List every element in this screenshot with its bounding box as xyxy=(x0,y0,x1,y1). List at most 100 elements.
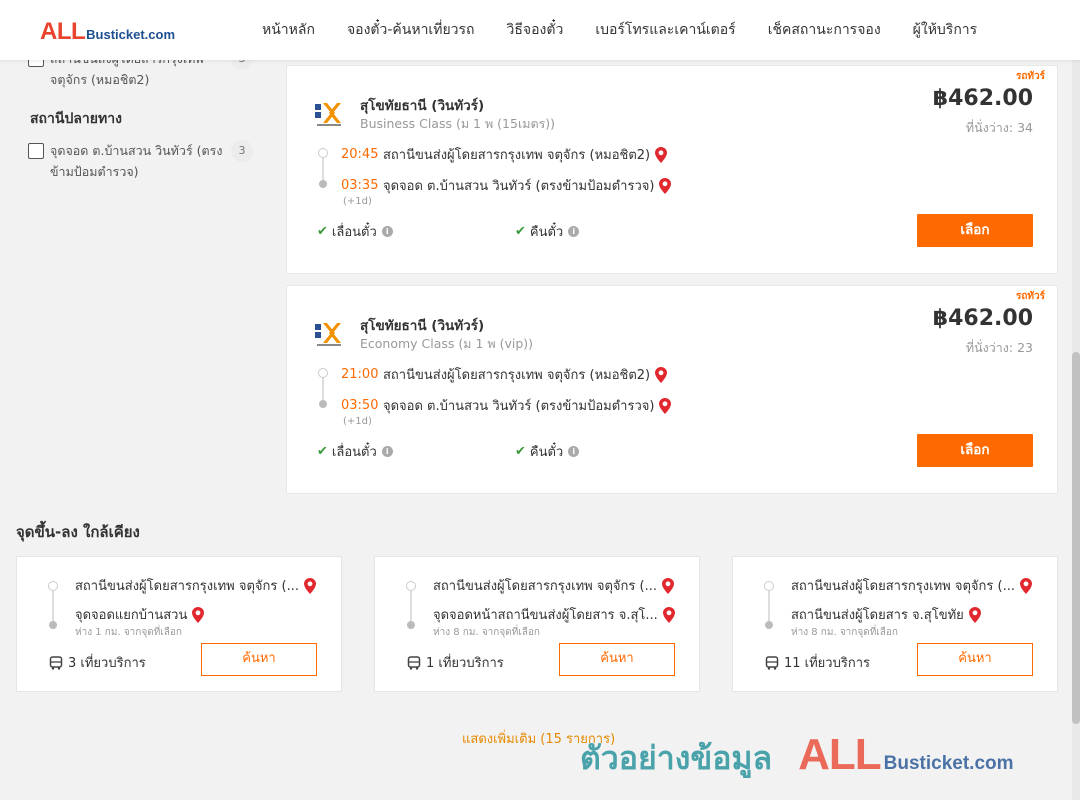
depart-station: สถานีขนส่งผู้โดยสารกรุงเทพ จตุจักร (หมอช… xyxy=(383,148,651,163)
seats-count: 23 xyxy=(1017,340,1033,355)
arrive-dot xyxy=(319,180,327,188)
map-pin-icon[interactable] xyxy=(968,606,981,623)
checkbox-icon[interactable] xyxy=(28,143,44,159)
map-pin-icon[interactable] xyxy=(192,606,205,623)
trip-card: รถทัวร์ สุโขทัยธานี (วินทัวร์) Business … xyxy=(286,65,1058,274)
info-icon[interactable]: i xyxy=(381,226,393,237)
info-icon[interactable]: i xyxy=(381,446,393,457)
to-dot xyxy=(49,621,57,629)
feature-refund-ticket: ✔ คืนตั๋ว i xyxy=(515,221,580,242)
route-timeline xyxy=(768,589,770,625)
feature-refund-label: คืนตั๋ว xyxy=(529,225,564,240)
arrive-time: 03:35 xyxy=(341,178,379,193)
nearby-to-label: จุดจอดหน้าสถานีขนส่งผู้โดยสาร จ.สุโ... xyxy=(433,608,658,623)
site-logo[interactable]: ALL Busticket.com xyxy=(40,18,175,46)
arrive-stop: 03:50 จุดจอด ต.บ้านสวน วินทัวร์ (ตรงข้าม… xyxy=(341,395,672,416)
nearby-from-label: สถานีขนส่งผู้โดยสารกรุงเทพ จตุจักร (... xyxy=(75,579,299,594)
seats-count: 34 xyxy=(1017,120,1033,135)
depart-time: 21:00 xyxy=(341,367,379,382)
arrive-stop: 03:35 จุดจอด ต.บ้านสวน วินทัวร์ (ตรงข้าม… xyxy=(341,175,672,196)
main-nav: หน้าหลัก จองตั๋ว-ค้นหาเที่ยวรถ วิธีจองตั… xyxy=(246,0,993,60)
route-timeline xyxy=(410,589,412,625)
nearby-distance: ห่าง 8 กม. จากจุดที่เลือก xyxy=(433,627,540,638)
destination-filter-row[interactable]: จุดจอด ต.บ้านสวน วินทัวร์ (ตรงข้ามป้อมตำ… xyxy=(28,140,260,182)
nearby-card: สถานีขนส่งผู้โดยสารกรุงเทพ จตุจักร (... … xyxy=(732,556,1058,692)
nearby-distance: ห่าง 1 กม. จากจุดที่เลือก xyxy=(75,627,182,638)
map-pin-icon[interactable] xyxy=(655,146,668,163)
bus-icon xyxy=(407,655,421,670)
destination-filter-label: จุดจอด ต.บ้านสวน วินทัวร์ (ตรงข้ามป้อมตำ… xyxy=(50,143,223,179)
select-trip-button[interactable]: เลือก xyxy=(917,434,1033,467)
depart-dot xyxy=(318,148,328,158)
map-pin-icon[interactable] xyxy=(1019,577,1032,594)
watermark-logo-all: ALL xyxy=(798,730,882,779)
feature-refund-label: คืนตั๋ว xyxy=(529,445,564,460)
operator-logo-icon xyxy=(315,103,341,126)
trip-type-tag: รถทัวร์ xyxy=(1015,71,1045,82)
nearby-card: สถานีขนส่งผู้โดยสารกรุงเทพ จตุจักร (... … xyxy=(16,556,342,692)
destination-section-title: สถานีปลายทาง xyxy=(30,111,122,127)
map-pin-icon[interactable] xyxy=(661,577,674,594)
from-dot xyxy=(406,581,416,591)
logo-all-text: ALL xyxy=(40,18,86,45)
depart-stop: 20:45 สถานีขนส่งผู้โดยสารกรุงเทพ จตุจักร… xyxy=(341,144,668,165)
seats-available: ที่นั่งว่าง: 23 xyxy=(966,338,1033,358)
map-pin-icon[interactable] xyxy=(662,606,675,623)
nearby-to-label: จุดจอดแยกบ้านสวน xyxy=(75,608,188,623)
nearby-to: สถานีขนส่งผู้โดยสาร จ.สุโขทัย xyxy=(791,604,981,625)
nearby-from: สถานีขนส่งผู้โดยสารกรุงเทพ จตุจักร (... xyxy=(75,575,316,596)
arrive-dot xyxy=(319,400,327,408)
nearby-from: สถานีขนส่งผู้โดยสารกรุงเทพ จตุจักร (... xyxy=(791,575,1032,596)
arrive-station: จุดจอด ต.บ้านสวน วินทัวร์ (ตรงข้ามป้อมตำ… xyxy=(383,399,655,414)
route-timeline xyxy=(52,589,54,625)
page-scrollbar[interactable] xyxy=(1072,0,1080,800)
nearby-search-button[interactable]: ค้นหา xyxy=(917,643,1033,676)
nearby-from-label: สถานีขนส่งผู้โดยสารกรุงเทพ จตุจักร (... xyxy=(433,579,657,594)
feature-refund-ticket: ✔ คืนตั๋ว i xyxy=(515,441,580,462)
nearby-distance: ห่าง 8 กม. จากจุดที่เลือก xyxy=(791,627,898,638)
sample-data-watermark: ตัวอย่างข้อมูล ALL Busticket.com xyxy=(580,730,1014,784)
nav-phone-counter[interactable]: เบอร์โทรและเคาน์เตอร์ xyxy=(595,19,735,41)
map-pin-icon[interactable] xyxy=(655,366,668,383)
map-pin-icon[interactable] xyxy=(303,577,316,594)
map-pin-icon[interactable] xyxy=(659,397,672,414)
logo-rest-text: Busticket.com xyxy=(86,27,176,42)
nearby-search-button[interactable]: ค้นหา xyxy=(201,643,317,676)
arrive-time: 03:50 xyxy=(341,398,379,413)
site-header: ALL Busticket.com หน้าหลัก จองตั๋ว-ค้นหา… xyxy=(0,0,1080,60)
nearby-section-title: จุดขึ้น-ลง ใกล้เคียง xyxy=(16,523,140,541)
nearby-search-button[interactable]: ค้นหา xyxy=(559,643,675,676)
trip-card: รถทัวร์ สุโขทัยธานี (วินทัวร์) Economy C… xyxy=(286,285,1058,494)
nav-book-ticket[interactable]: จองตั๋ว-ค้นหาเที่ยวรถ xyxy=(347,19,475,41)
info-icon[interactable]: i xyxy=(568,226,580,237)
map-pin-icon[interactable] xyxy=(659,177,672,194)
destination-filter-count: 3 xyxy=(231,140,253,162)
select-trip-button[interactable]: เลือก xyxy=(917,214,1033,247)
seats-label: ที่นั่งว่าง: xyxy=(965,120,1014,135)
seats-label: ที่นั่งว่าง: xyxy=(965,340,1014,355)
nav-check-booking[interactable]: เช็คสถานะการจอง xyxy=(768,19,881,41)
depart-time: 20:45 xyxy=(341,147,379,162)
info-icon[interactable]: i xyxy=(568,446,580,457)
scrollbar-thumb[interactable] xyxy=(1072,352,1080,724)
nav-how-to-book[interactable]: วิธีจองตั๋ว xyxy=(507,19,564,41)
check-icon: ✔ xyxy=(515,224,526,239)
depart-stop: 21:00 สถานีขนส่งผู้โดยสารกรุงเทพ จตุจักร… xyxy=(341,364,668,385)
nearby-from-label: สถานีขนส่งผู้โดยสารกรุงเทพ จตุจักร (... xyxy=(791,579,1015,594)
nearby-to-label: สถานีขนส่งผู้โดยสาร จ.สุโขทัย xyxy=(791,608,964,623)
bus-class: Business Class (ม 1 พ (15เมตร)) xyxy=(360,116,556,131)
check-icon: ✔ xyxy=(317,444,328,459)
nearby-trips-label: 11 เที่ยวบริการ xyxy=(784,656,870,671)
trip-price: ฿462.00 xyxy=(932,306,1033,331)
nav-home[interactable]: หน้าหลัก xyxy=(262,19,315,41)
from-dot xyxy=(48,581,58,591)
plus-day-label: (+1d) xyxy=(343,196,372,207)
filter-sidebar: สถานีขนส่งผู้โดยสารกรุงเทพ จตุจักร (หมอช… xyxy=(28,48,260,196)
nav-operators[interactable]: ผู้ให้บริการ xyxy=(913,19,978,41)
operator-name: สุโขทัยธานี (วินทัวร์) xyxy=(360,98,485,114)
from-dot xyxy=(764,581,774,591)
nearby-trips-label: 1 เที่ยวบริการ xyxy=(426,656,504,671)
to-dot xyxy=(407,621,415,629)
operator-logo-icon xyxy=(315,323,341,346)
depart-station: สถานีขนส่งผู้โดยสารกรุงเทพ จตุจักร (หมอช… xyxy=(383,368,651,383)
